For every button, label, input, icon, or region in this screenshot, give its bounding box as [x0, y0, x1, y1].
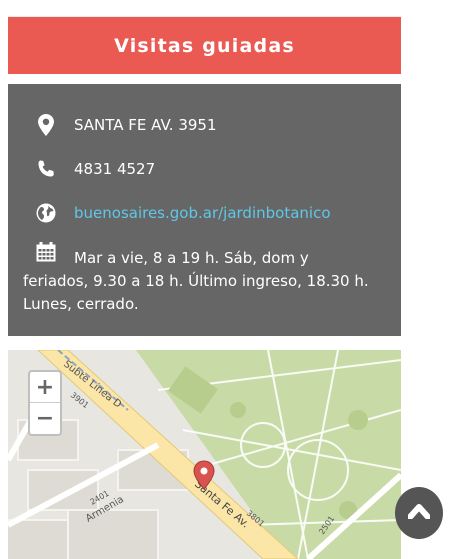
scroll-to-top-button[interactable]: [395, 487, 443, 539]
phone-icon: [36, 158, 56, 180]
zoom-out-button[interactable]: −: [30, 403, 60, 433]
map-widget[interactable]: Subte Línea D Santa Fe Av. Armenia 3901 …: [8, 350, 401, 559]
map-marker-icon: [36, 114, 56, 136]
map-tiles[interactable]: Subte Línea D Santa Fe Av. Armenia 3901 …: [8, 350, 401, 559]
calendar-icon: [36, 242, 56, 269]
zoom-in-button[interactable]: +: [30, 372, 60, 403]
info-box: SANTA FE AV. 3951 4831 4527 buenosaires.…: [8, 84, 401, 336]
phone-text: 4831 4527: [74, 160, 156, 178]
zoom-control: + −: [28, 370, 62, 436]
hours-text: Mar a vie, 8 a 19 h. Sáb, dom y feriados…: [23, 249, 369, 313]
section-title-bar: Visitas guiadas: [8, 17, 401, 74]
address-text: SANTA FE AV. 3951: [74, 116, 217, 134]
section-title: Visitas guiadas: [114, 34, 295, 57]
website-link[interactable]: buenosaires.gob.ar/jardinbotanico: [74, 202, 387, 224]
previous-card-edge: [8, 0, 401, 17]
hours-text-block: Mar a vie, 8 a 19 h. Sáb, dom y feriados…: [23, 242, 378, 316]
chevron-up-icon: [407, 503, 431, 523]
globe-icon: [36, 202, 56, 224]
